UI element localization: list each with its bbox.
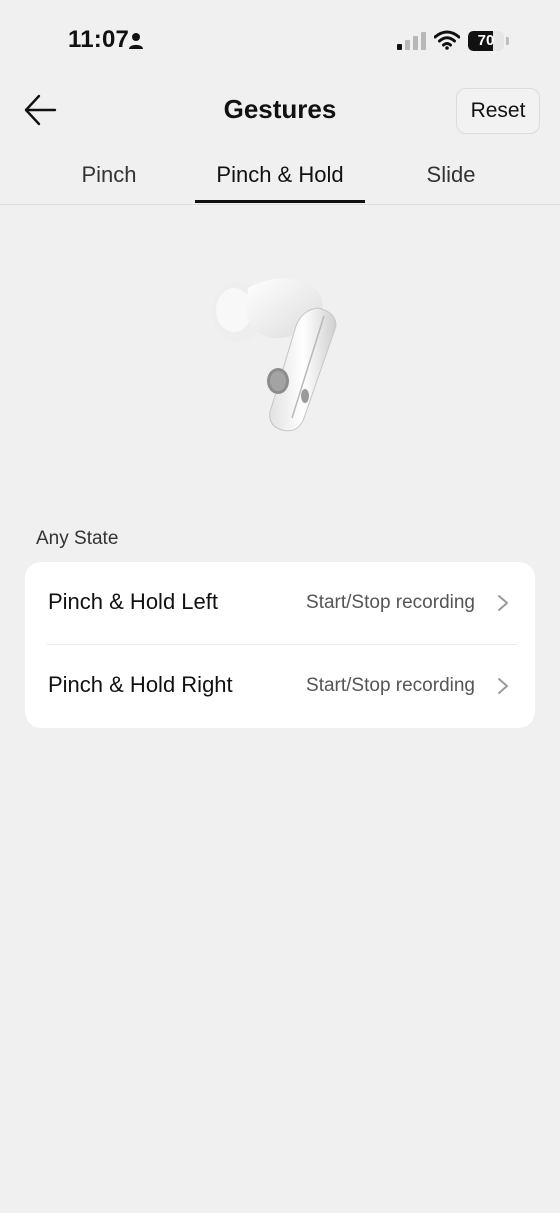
chevron-right-icon	[497, 594, 509, 612]
gesture-settings-card: Pinch & Hold Left Start/Stop recording P…	[25, 562, 535, 728]
row-value: Start/Stop recording	[306, 675, 475, 696]
active-tab-indicator	[195, 200, 365, 203]
battery-nub	[506, 37, 509, 45]
reset-button[interactable]: Reset	[456, 88, 540, 134]
cellular-signal-icon	[397, 32, 427, 50]
row-title: Pinch & Hold Left	[48, 589, 218, 614]
header: Gestures Reset	[0, 80, 560, 144]
gesture-row-left[interactable]: Pinch & Hold Left Start/Stop recording	[25, 562, 535, 645]
battery-body: 70	[468, 31, 504, 51]
tab-pinch[interactable]: Pinch	[40, 152, 178, 204]
section-label: Any State	[36, 528, 119, 549]
battery-level: 70	[477, 32, 495, 49]
battery-indicator: 70	[468, 31, 512, 51]
earbud-image	[200, 268, 360, 438]
tab-slide[interactable]: Slide	[382, 152, 520, 204]
row-value: Start/Stop recording	[306, 592, 475, 613]
gesture-row-right[interactable]: Pinch & Hold Right Start/Stop recording	[25, 645, 535, 728]
gesture-tabs: Pinch Pinch & Hold Slide	[0, 152, 560, 205]
tab-pinch-and-hold[interactable]: Pinch & Hold	[195, 152, 365, 204]
chevron-right-icon	[497, 677, 509, 695]
status-time: 11:07	[68, 26, 130, 53]
wifi-icon	[433, 30, 461, 50]
person-icon	[128, 32, 144, 50]
row-title: Pinch & Hold Right	[48, 672, 233, 697]
status-bar: 11:07 70	[0, 0, 560, 80]
